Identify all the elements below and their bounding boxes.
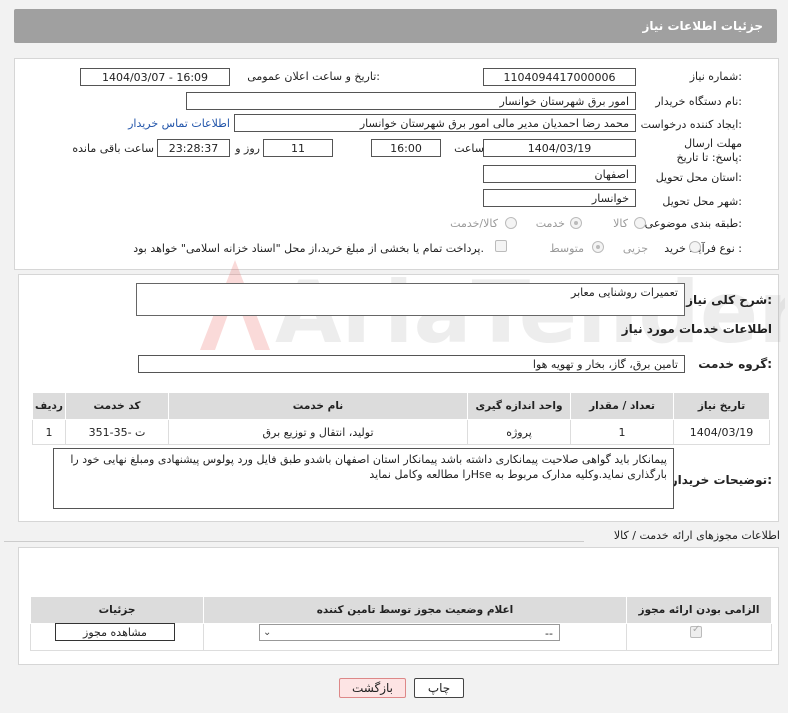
print-button[interactable]: چاپ	[414, 678, 464, 698]
col-header-name: نام خدمت	[168, 392, 468, 420]
buyer-org-label: نام دستگاه خریدار:	[655, 95, 742, 108]
col-header-status: اعلام وضعیت مجوز توسط تامین کننده	[203, 596, 627, 624]
buyer-contact-link[interactable]: اطلاعات تماس خریدار	[128, 117, 230, 130]
city-label: شهر محل تحویل:	[662, 195, 742, 208]
day-and-label: روز و	[235, 142, 260, 155]
services-table: ردیف کد خدمت نام خدمت واحد اندازه گیری ت…	[32, 392, 770, 445]
city-field: خوانسار	[483, 189, 636, 207]
col-header-required: الزامی بودن ارائه مجوز	[626, 596, 772, 624]
need-number-field: 1104094417000006	[483, 68, 636, 86]
category-service-label: خدمت	[535, 217, 565, 230]
cell-row-number: 1	[32, 419, 66, 445]
deadline-date-field: 1404/03/19	[483, 139, 636, 157]
permits-table-header: جزئیات اعلام وضعیت مجوز توسط تامین کننده…	[30, 596, 772, 624]
category-goods-label: کالا	[613, 217, 628, 230]
process-medium-radio[interactable]	[592, 241, 604, 253]
remaining-time-field: 23:28:37	[157, 139, 230, 157]
cell-service-code: ت -35-351	[65, 419, 169, 445]
category-goods-service-radio[interactable]	[505, 217, 517, 229]
cell-quantity: 1	[570, 419, 674, 445]
chevron-down-icon: ⌄	[263, 627, 272, 638]
process-medium-label: متوسط	[549, 242, 584, 255]
col-header-unit: واحد اندازه گیری	[467, 392, 571, 420]
permits-title: اطلاعات مجوزهای ارائه خدمت / کالا	[613, 529, 780, 542]
cell-service-name: تولید، انتقال و توزیع برق	[168, 419, 468, 445]
province-field: اصفهان	[483, 165, 636, 183]
announce-datetime-field: 1404/03/07 - 16:09	[80, 68, 230, 86]
page-header: جزئیات اطلاعات نیاز	[14, 9, 777, 43]
permit-status-value: --	[545, 627, 553, 640]
requester-label: ایجاد کننده درخواست:	[640, 118, 742, 131]
process-minor-label: جزیی	[622, 242, 648, 255]
col-header-row: ردیف	[32, 392, 66, 420]
col-header-details: جزئیات	[30, 596, 204, 624]
category-goods-service-label: کالا/خدمت	[450, 217, 498, 230]
buyer-notes-label: توضیحات خریدار:	[670, 473, 772, 487]
need-number-label: شماره نیاز:	[689, 70, 742, 83]
category-label: طبقه بندی موضوعی:	[644, 217, 742, 230]
category-service-radio[interactable]	[570, 217, 582, 229]
requester-field: محمد رضا احمدیان مدیر مالی امور برق شهرس…	[234, 114, 636, 132]
page-title: جزئیات اطلاعات نیاز	[642, 19, 763, 33]
services-info-title: اطلاعات خدمات مورد نیاز	[621, 322, 772, 336]
cell-need-date: 1404/03/19	[673, 419, 770, 445]
process-minor-radio[interactable]	[689, 241, 701, 253]
announce-datetime-label: تاریخ و ساعت اعلان عمومی:	[247, 70, 380, 83]
treasury-note: پرداخت تمام یا بخشی از مبلغ خرید،از محل …	[133, 242, 484, 255]
treasury-checkbox[interactable]	[495, 240, 507, 252]
services-table-header: ردیف کد خدمت نام خدمت واحد اندازه گیری ت…	[32, 392, 770, 420]
permits-divider	[4, 541, 584, 542]
province-label: استان محل تحویل:	[655, 171, 742, 184]
hours-left-label: ساعت باقی مانده	[72, 142, 154, 155]
service-group-label: گروه خدمت:	[698, 357, 772, 371]
hour-label: ساعت	[454, 142, 484, 155]
service-group-field: تامین برق، گاز، بخار و تهویه هوا	[138, 355, 685, 373]
check-icon: ✓	[692, 624, 701, 635]
back-button[interactable]: بازگشت	[339, 678, 406, 698]
table-row: 1 ت -35-351 تولید، انتقال و توزیع برق پر…	[32, 419, 770, 445]
general-desc-field: تعمیرات روشنایی معابر	[136, 283, 685, 316]
days-field: 11	[263, 139, 333, 157]
view-permit-button[interactable]: مشاهده مجوز	[55, 623, 175, 641]
buyer-org-field: امور برق شهرستان خوانسار	[186, 92, 636, 110]
permit-status-select[interactable]: ⌄ --	[259, 624, 560, 641]
buyer-notes-field: پیمانکار باید گواهی صلاحیت پیمانکاری داش…	[53, 448, 674, 509]
col-header-quantity: تعداد / مقدار	[570, 392, 674, 420]
category-goods-radio[interactable]	[634, 217, 646, 229]
permit-required-checkbox: ✓	[690, 624, 702, 638]
col-header-code: کد خدمت	[65, 392, 169, 420]
general-desc-label: شرح کلی نیاز:	[686, 293, 772, 307]
deadline-hour-field: 16:00	[371, 139, 441, 157]
process-type-label: نوع فرآیند خرید :	[664, 242, 742, 255]
cell-unit: پروژه	[467, 419, 571, 445]
col-header-date: تاریخ نیاز	[673, 392, 770, 420]
deadline-label: مهلت ارسال پاسخ: تا تاریخ:	[676, 137, 742, 164]
